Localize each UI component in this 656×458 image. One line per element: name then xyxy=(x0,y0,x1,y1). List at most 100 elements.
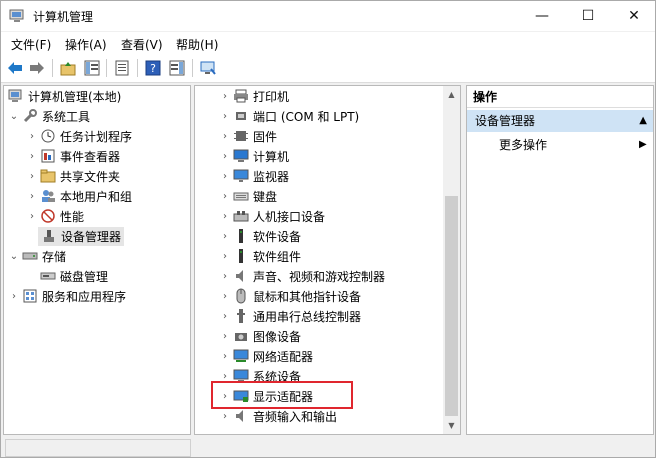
scroll-thumb[interactable] xyxy=(445,196,458,416)
monitor-icon xyxy=(233,168,249,184)
tree-device-manager[interactable]: 设备管理器 xyxy=(26,226,125,246)
tree-root[interactable]: 计算机管理(本地) xyxy=(6,86,121,106)
device-manager-icon xyxy=(41,228,57,244)
device-category-row[interactable]: › 音频输入和输出 xyxy=(219,406,337,426)
vertical-scrollbar[interactable]: ▲ ▼ xyxy=(443,86,460,434)
actions-header: 操作 xyxy=(467,86,653,108)
chevron-right-icon[interactable]: › xyxy=(219,206,231,226)
chevron-right-icon[interactable]: › xyxy=(8,286,20,306)
help-icon[interactable]: ? xyxy=(144,59,162,77)
highlight-box xyxy=(211,381,353,409)
chevron-right-icon[interactable]: › xyxy=(26,166,38,186)
chevron-right-icon[interactable]: › xyxy=(26,206,38,226)
actions-section-device-manager[interactable]: 设备管理器 ▲ xyxy=(467,110,653,132)
tree-storage[interactable]: ⌄ 存储 xyxy=(8,246,66,266)
chevron-right-icon[interactable]: › xyxy=(219,86,231,106)
device-category-row[interactable]: › 端口 (COM 和 LPT) xyxy=(219,106,359,126)
usb-icon xyxy=(233,308,249,324)
back-arrow-icon[interactable] xyxy=(6,59,24,77)
chevron-right-icon[interactable]: › xyxy=(219,106,231,126)
tree-shared-folders[interactable]: › 共享文件夹 xyxy=(26,166,120,186)
chevron-right-icon[interactable]: › xyxy=(219,146,231,166)
hid-icon xyxy=(233,208,249,224)
chevron-down-icon[interactable]: ⌄ xyxy=(8,106,20,126)
device-category-label: 计算机 xyxy=(253,149,290,164)
collapse-triangle-icon[interactable]: ▲ xyxy=(639,110,647,132)
device-category-row[interactable]: › 网络适配器 xyxy=(219,346,313,366)
firmware-icon xyxy=(233,128,249,144)
device-category-label: 软件设备 xyxy=(253,229,302,244)
device-category-row[interactable]: › 软件组件 xyxy=(219,246,301,266)
chevron-right-icon[interactable]: › xyxy=(219,406,231,426)
tree-local-users-groups[interactable]: › 本地用户和组 xyxy=(26,186,132,206)
device-category-row[interactable]: › 通用串行总线控制器 xyxy=(219,306,361,326)
scan-hardware-icon[interactable] xyxy=(199,59,217,77)
tree-performance[interactable]: › 性能 xyxy=(26,206,84,226)
chevron-right-icon[interactable]: › xyxy=(219,186,231,206)
device-category-row[interactable]: › 图像设备 xyxy=(219,326,301,346)
menu-help[interactable]: 帮助(H) xyxy=(176,36,218,53)
scroll-up-icon[interactable]: ▲ xyxy=(443,86,460,103)
show-hide-console-tree-icon[interactable] xyxy=(83,59,101,77)
device-category-row[interactable]: › 计算机 xyxy=(219,146,289,166)
chevron-right-icon[interactable]: › xyxy=(219,126,231,146)
menu-view[interactable]: 查看(V) xyxy=(121,36,163,53)
computer-management-window: 计算机管理 — ☐ ✕ 文件(F) 操作(A) 查看(V) 帮助(H) ? 计算… xyxy=(0,0,656,458)
menu-bar: 文件(F) 操作(A) 查看(V) 帮助(H) xyxy=(1,32,655,54)
close-button[interactable]: ✕ xyxy=(611,1,656,31)
device-category-label: 通用串行总线控制器 xyxy=(253,309,362,324)
chevron-right-icon[interactable]: › xyxy=(26,146,38,166)
tree-device-manager-selected[interactable]: 设备管理器 xyxy=(38,226,125,246)
chevron-right-icon[interactable]: › xyxy=(219,326,231,346)
device-category-label: 软件组件 xyxy=(253,249,302,264)
menu-file[interactable]: 文件(F) xyxy=(11,36,51,53)
chevron-right-icon[interactable]: › xyxy=(219,226,231,246)
chevron-down-icon[interactable]: ⌄ xyxy=(8,246,20,266)
audio-io-icon xyxy=(233,408,249,424)
device-category-row[interactable]: › 人机接口设备 xyxy=(219,206,325,226)
tree-system-tools[interactable]: ⌄ 系统工具 xyxy=(8,106,90,126)
device-category-row[interactable]: › 鼠标和其他指针设备 xyxy=(219,286,361,306)
computer-icon xyxy=(233,148,249,164)
chevron-right-icon[interactable]: › xyxy=(26,126,38,146)
menu-action[interactable]: 操作(A) xyxy=(65,36,107,53)
forward-arrow-icon[interactable] xyxy=(28,59,46,77)
tree-item-label: 磁盘管理 xyxy=(60,269,109,284)
up-folder-icon[interactable] xyxy=(59,59,77,77)
more-actions-item[interactable]: 更多操作 xyxy=(499,134,547,156)
chevron-right-icon[interactable]: › xyxy=(219,166,231,186)
tree-item-label: 共享文件夹 xyxy=(60,169,121,184)
left-horizontal-scrollbar[interactable] xyxy=(5,439,191,457)
chevron-right-icon[interactable]: › xyxy=(26,186,38,206)
chevron-right-icon[interactable]: › xyxy=(219,286,231,306)
chevron-right-icon[interactable]: › xyxy=(219,246,231,266)
tree-event-viewer[interactable]: › 事件查看器 xyxy=(26,146,120,166)
device-category-row[interactable]: › 固件 xyxy=(219,126,277,146)
submenu-arrow-icon[interactable]: ▶ xyxy=(639,134,647,156)
window-title: 计算机管理 xyxy=(33,10,94,24)
toolbar-separator xyxy=(106,59,107,77)
tree-system-tools-label: 系统工具 xyxy=(42,109,91,124)
tree-services-apps[interactable]: › 服务和应用程序 xyxy=(8,286,126,306)
device-category-row[interactable]: › 打印机 xyxy=(219,86,289,106)
maximize-button[interactable]: ☐ xyxy=(565,1,611,31)
device-category-row[interactable]: › 声音、视频和游戏控制器 xyxy=(219,266,385,286)
scroll-down-icon[interactable]: ▼ xyxy=(443,417,460,434)
tree-disk-management[interactable]: 磁盘管理 xyxy=(26,266,108,286)
services-icon xyxy=(22,288,38,304)
chevron-right-icon[interactable]: › xyxy=(219,266,231,286)
printer-icon xyxy=(233,88,249,104)
toolbar-separator xyxy=(137,59,138,77)
performance-icon xyxy=(40,208,56,224)
minimize-button[interactable]: — xyxy=(519,1,565,31)
chevron-right-icon[interactable]: › xyxy=(219,306,231,326)
properties-icon[interactable] xyxy=(113,59,131,77)
keyboard-icon xyxy=(233,188,249,204)
device-category-row[interactable]: › 键盘 xyxy=(219,186,277,206)
tree-task-scheduler[interactable]: › 任务计划程序 xyxy=(26,126,132,146)
chevron-right-icon[interactable]: › xyxy=(219,346,231,366)
device-category-row[interactable]: › 监视器 xyxy=(219,166,289,186)
device-category-row[interactable]: › 软件设备 xyxy=(219,226,301,246)
device-category-label: 声音、视频和游戏控制器 xyxy=(253,269,386,284)
show-action-pane-icon[interactable] xyxy=(168,59,186,77)
